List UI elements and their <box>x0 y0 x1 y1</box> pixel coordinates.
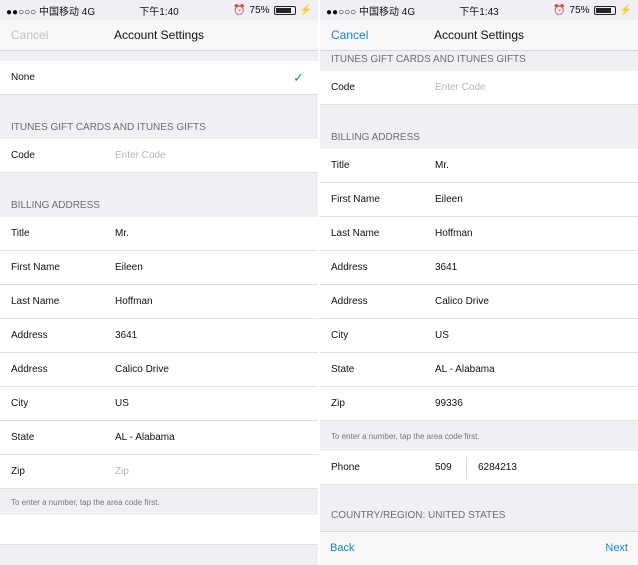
field-value[interactable]: US <box>115 398 129 409</box>
right-screen: ●●○○○ 中国移动 4G 下午1:43 ⏰ 75% ⚡ Cancel Acco… <box>320 0 638 565</box>
back-button[interactable]: Back <box>330 542 354 554</box>
field-label: Zip <box>331 398 345 409</box>
gift-section-header: ITUNES GIFT CARDS AND ITUNES GIFTS <box>331 54 526 65</box>
phone-number-input[interactable]: 6284213 <box>478 462 517 473</box>
payment-option-none[interactable]: None ✓ <box>0 61 318 95</box>
field-value[interactable]: 99336 <box>435 398 463 409</box>
battery-icon <box>273 5 296 15</box>
area-code-input[interactable]: 509 <box>435 462 452 473</box>
billing-row[interactable]: First Name Eileen <box>320 183 638 217</box>
field-value[interactable]: 3641 <box>115 330 137 341</box>
phone-row[interactable] <box>0 515 318 545</box>
field-value[interactable]: Eileen <box>435 194 463 205</box>
billing-row[interactable]: Address Calico Drive <box>320 285 638 319</box>
field-label: Address <box>331 262 368 273</box>
field-label: Address <box>331 296 368 307</box>
field-value[interactable]: Calico Drive <box>435 296 489 307</box>
code-row[interactable]: Code Enter Code <box>0 139 318 173</box>
field-value[interactable]: Hoffman <box>115 296 153 307</box>
nav-bar: Cancel Account Settings <box>0 20 318 51</box>
field-label: State <box>331 364 355 375</box>
billing-row[interactable]: Address Calico Drive <box>0 353 318 387</box>
battery-percent: 75% <box>249 4 270 16</box>
zip-label: Zip <box>11 466 25 477</box>
field-label: Last Name <box>11 296 60 307</box>
field-value[interactable]: Eileen <box>115 262 143 273</box>
carrier-label: ●●○○○ 中国移动 4G <box>6 6 96 18</box>
field-label: Title <box>331 160 350 171</box>
field-label: Address <box>11 330 48 341</box>
billing-row[interactable]: Last Name Hoffman <box>320 217 638 251</box>
field-label: Last Name <box>331 228 380 239</box>
field-label: Address <box>11 364 48 375</box>
field-label: First Name <box>11 262 60 273</box>
alarm-icon: ⏰ <box>233 4 246 16</box>
country-section-header: COUNTRY/REGION: UNITED STATES <box>331 510 506 521</box>
field-value[interactable]: Mr. <box>115 228 129 239</box>
battery-percent: 75% <box>569 4 590 16</box>
bottom-toolbar: Back Next <box>320 531 638 565</box>
code-input[interactable]: Enter Code <box>435 82 486 93</box>
billing-row[interactable]: Address 3641 <box>320 251 638 285</box>
field-value[interactable]: Hoffman <box>435 228 473 239</box>
billing-row[interactable]: City US <box>0 387 318 421</box>
battery-icon <box>593 5 616 15</box>
checkmark-icon: ✓ <box>293 69 304 85</box>
zip-row[interactable]: Zip Zip <box>0 455 318 489</box>
phone-divider <box>466 457 467 478</box>
settings-list: None ✓ ITUNES GIFT CARDS AND ITUNES GIFT… <box>0 51 318 545</box>
phone-hint: To enter a number, tap the area code fir… <box>331 431 480 441</box>
billing-row[interactable]: Address 3641 <box>0 319 318 353</box>
billing-row[interactable]: Title Mr. <box>320 149 638 183</box>
charging-icon: ⚡ <box>619 4 632 16</box>
field-value[interactable]: Mr. <box>435 160 449 171</box>
phone-label: Phone <box>331 462 360 473</box>
status-bar: ●●○○○ 中国移动 4G 下午1:43 ⏰ 75% ⚡ <box>320 0 638 20</box>
zip-input[interactable]: Zip <box>115 466 129 477</box>
field-label: City <box>331 330 349 341</box>
next-button[interactable]: Next <box>605 542 628 554</box>
page-title: Account Settings <box>113 28 205 42</box>
phone-row[interactable]: Phone 509 6284213 <box>320 451 638 485</box>
gift-section-header: ITUNES GIFT CARDS AND ITUNES GIFTS <box>11 122 206 133</box>
billing-row[interactable]: State AL - Alabama <box>0 421 318 455</box>
field-label: Title <box>11 228 30 239</box>
field-value[interactable]: AL - Alabama <box>115 432 175 443</box>
field-label: State <box>11 432 35 443</box>
billing-section-header: BILLING ADDRESS <box>331 132 420 143</box>
code-row[interactable]: Code Enter Code <box>320 71 638 105</box>
status-bar: ●●○○○ 中国移动 4G 下午1:40 ⏰ 75% ⚡ <box>0 0 318 20</box>
billing-row[interactable]: First Name Eileen <box>0 251 318 285</box>
left-screen: ●●○○○ 中国移动 4G 下午1:40 ⏰ 75% ⚡ Cancel Acco… <box>0 0 318 565</box>
settings-list: ITUNES GIFT CARDS AND ITUNES GIFTS Code … <box>320 51 638 521</box>
billing-row[interactable]: State AL - Alabama <box>320 353 638 387</box>
field-label: First Name <box>331 194 380 205</box>
billing-row[interactable]: City US <box>320 319 638 353</box>
page-title: Account Settings <box>433 28 525 42</box>
nav-bar: Cancel Account Settings <box>320 20 638 51</box>
billing-row[interactable]: Zip 99336 <box>320 387 638 421</box>
field-value[interactable]: Calico Drive <box>115 364 169 375</box>
charging-icon: ⚡ <box>299 4 312 16</box>
payment-option-label: None <box>11 72 35 83</box>
phone-hint: To enter a number, tap the area code fir… <box>11 497 160 507</box>
code-input[interactable]: Enter Code <box>115 150 166 161</box>
field-value[interactable]: US <box>435 330 449 341</box>
code-label: Code <box>11 150 35 161</box>
field-value[interactable]: 3641 <box>435 262 457 273</box>
billing-row[interactable]: Title Mr. <box>0 217 318 251</box>
alarm-icon: ⏰ <box>553 4 566 16</box>
billing-row[interactable]: Last Name Hoffman <box>0 285 318 319</box>
code-label: Code <box>331 82 355 93</box>
field-value[interactable]: AL - Alabama <box>435 364 495 375</box>
billing-section-header: BILLING ADDRESS <box>11 200 100 211</box>
field-label: City <box>11 398 29 409</box>
carrier-label: ●●○○○ 中国移动 4G <box>326 6 416 18</box>
